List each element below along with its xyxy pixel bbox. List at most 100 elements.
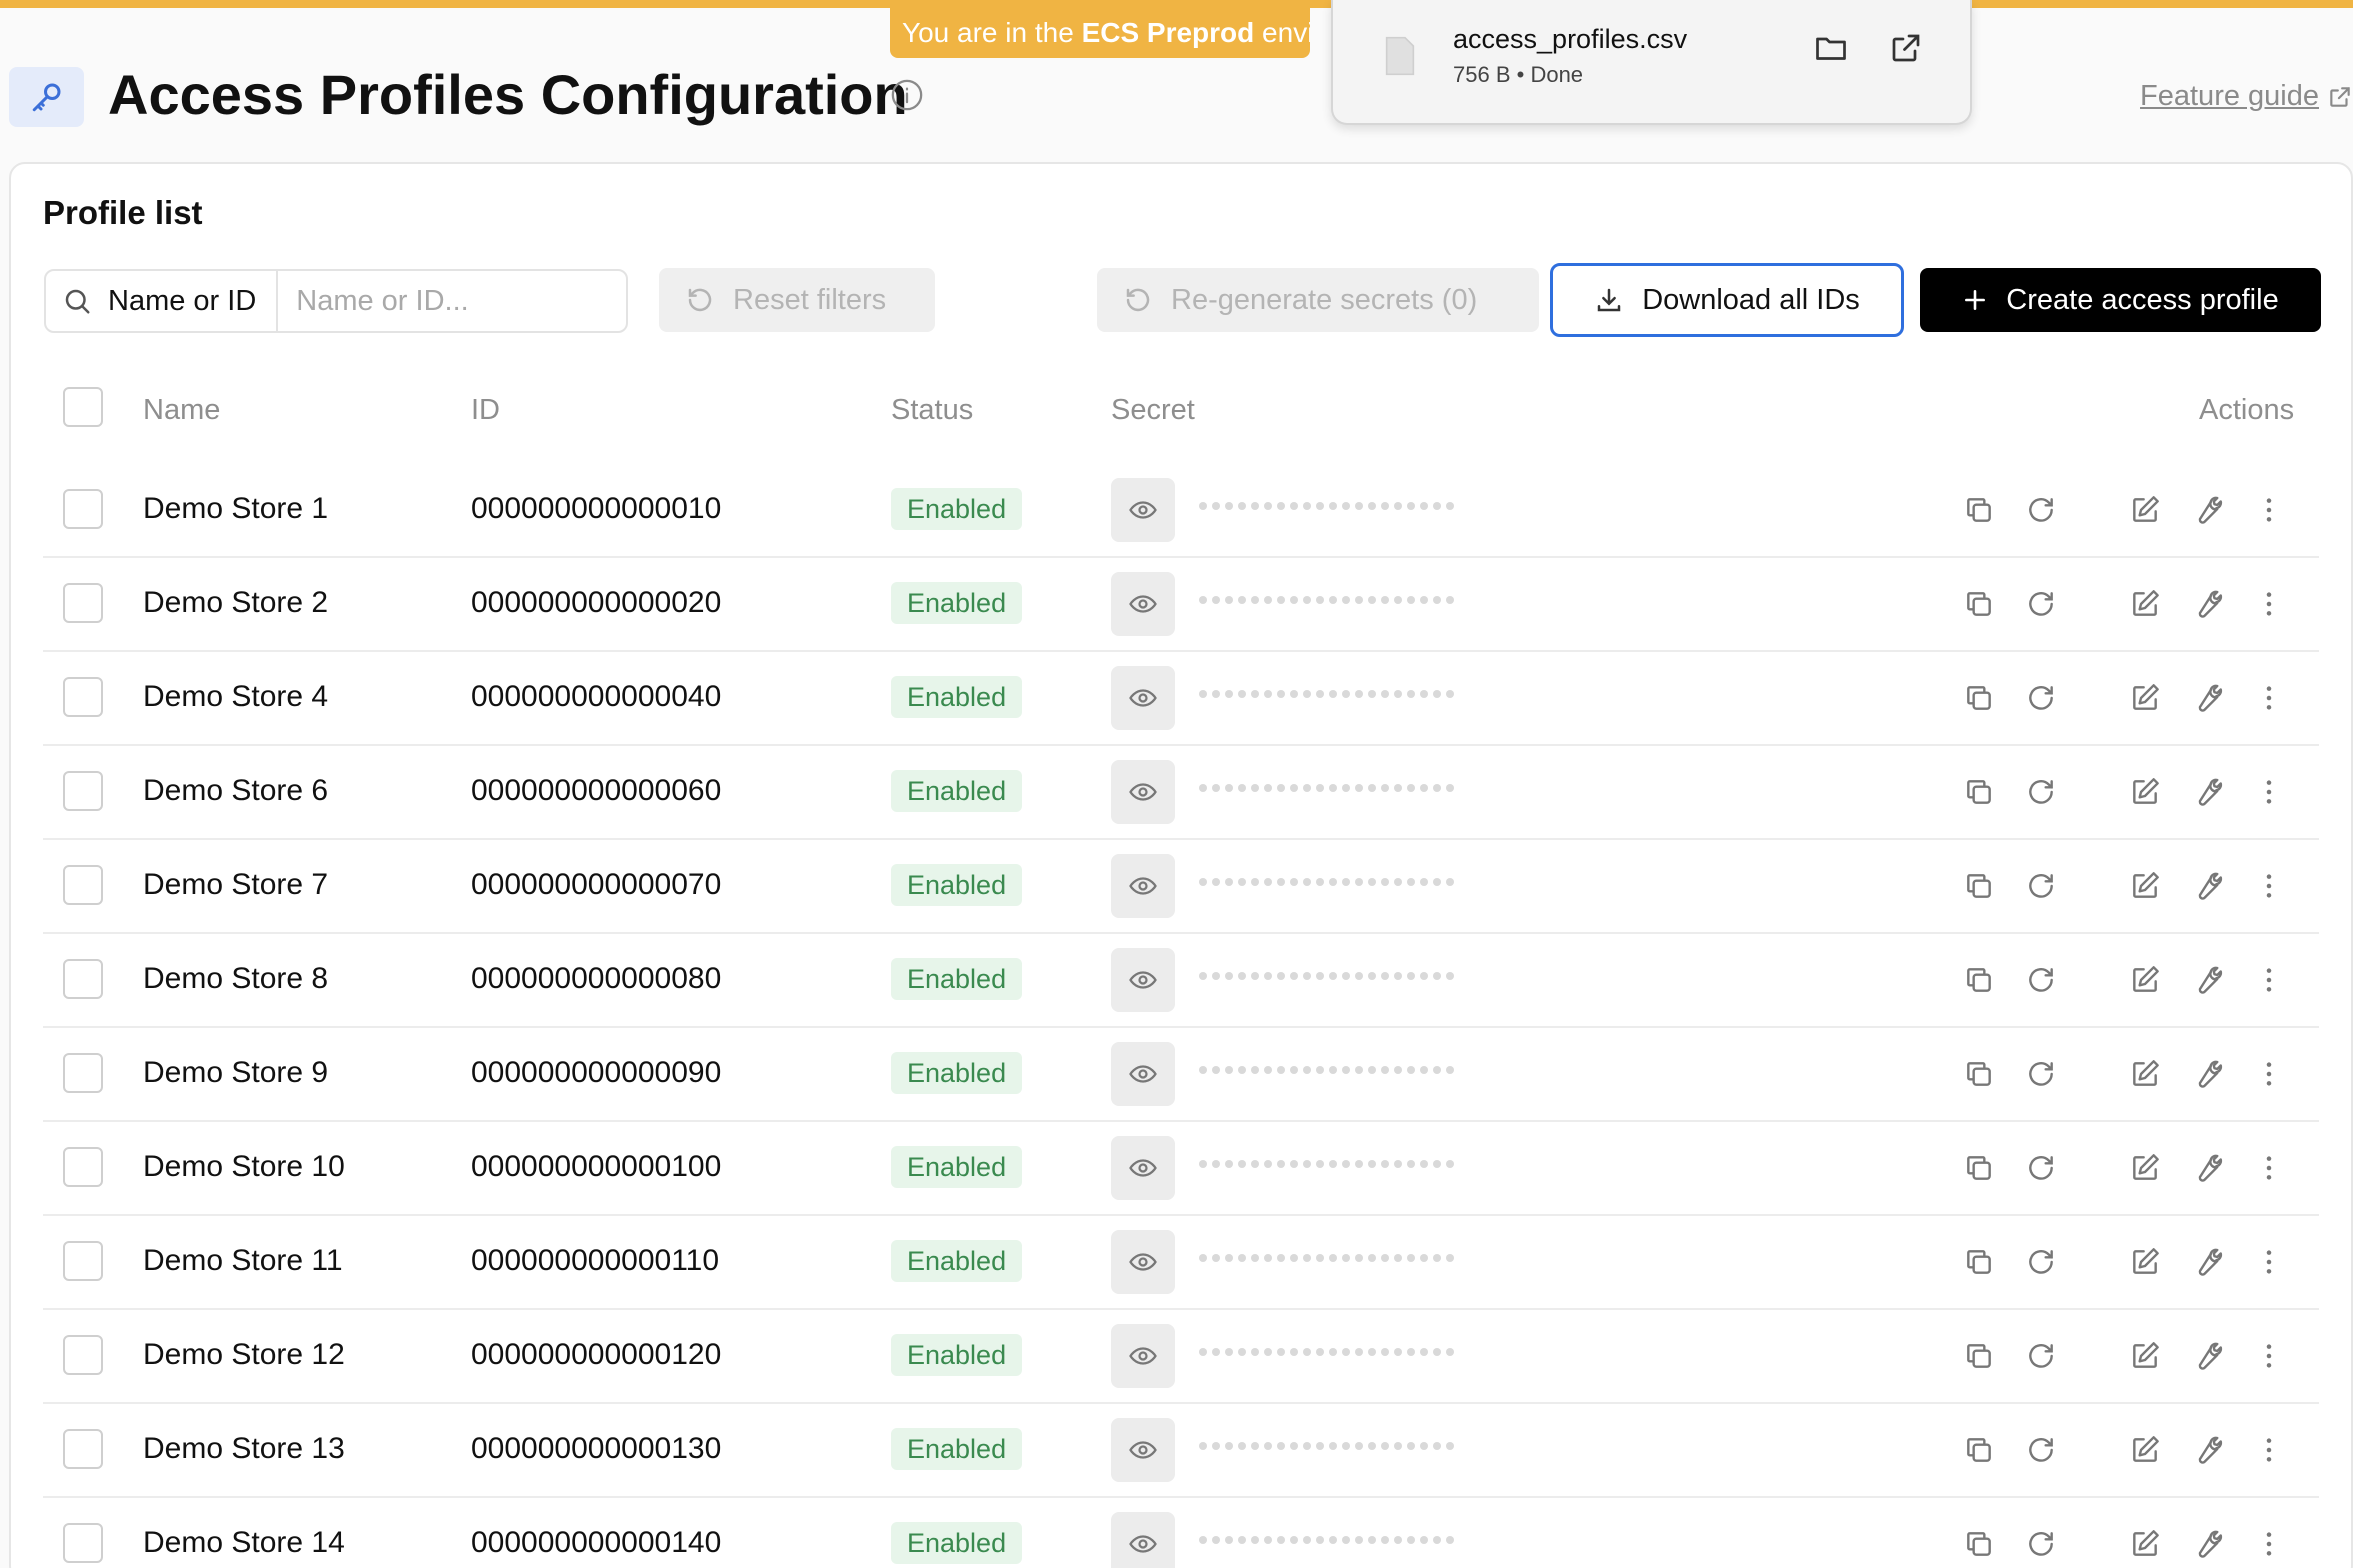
more-icon[interactable] [2250, 1337, 2288, 1375]
more-icon[interactable] [2250, 491, 2288, 529]
wrench-icon[interactable] [2188, 961, 2226, 999]
row-checkbox[interactable] [63, 1147, 103, 1187]
wrench-icon[interactable] [2188, 585, 2226, 623]
refresh-icon[interactable] [2022, 1055, 2060, 1093]
eye-icon[interactable] [1111, 572, 1175, 636]
copy-icon[interactable] [1960, 491, 1998, 529]
download-all-ids-button[interactable]: Download all IDs [1550, 263, 1904, 337]
folder-icon[interactable] [1813, 30, 1849, 71]
search-input[interactable] [278, 284, 609, 318]
copy-icon[interactable] [1960, 1149, 1998, 1187]
more-icon[interactable] [2250, 1431, 2288, 1469]
copy-icon[interactable] [1960, 1431, 1998, 1469]
eye-icon[interactable] [1111, 1230, 1175, 1294]
search-field-selector[interactable]: Name or ID [46, 271, 279, 331]
column-header-name[interactable]: Name [143, 394, 220, 427]
copy-icon[interactable] [1960, 679, 1998, 717]
more-icon[interactable] [2250, 961, 2288, 999]
create-access-profile-button[interactable]: Create access profile [1920, 268, 2321, 332]
copy-icon[interactable] [1960, 585, 1998, 623]
column-header-id[interactable]: ID [471, 394, 500, 427]
secret-mask-dot [1394, 1442, 1402, 1450]
eye-icon[interactable] [1111, 1136, 1175, 1200]
row-checkbox[interactable] [63, 771, 103, 811]
copy-icon[interactable] [1960, 1243, 1998, 1281]
more-icon[interactable] [2250, 867, 2288, 905]
row-checkbox[interactable] [63, 1335, 103, 1375]
edit-icon[interactable] [2126, 585, 2164, 623]
more-icon[interactable] [2250, 679, 2288, 717]
refresh-icon[interactable] [2022, 491, 2060, 529]
copy-icon[interactable] [1960, 961, 1998, 999]
more-icon[interactable] [2250, 773, 2288, 811]
info-icon[interactable] [890, 78, 924, 117]
wrench-icon[interactable] [2188, 1243, 2226, 1281]
wrench-icon[interactable] [2188, 491, 2226, 529]
wrench-icon[interactable] [2188, 773, 2226, 811]
refresh-icon[interactable] [2022, 679, 2060, 717]
edit-icon[interactable] [2126, 491, 2164, 529]
eye-icon[interactable] [1111, 948, 1175, 1012]
column-header-status[interactable]: Status [891, 394, 973, 427]
more-icon[interactable] [2250, 1243, 2288, 1281]
copy-icon[interactable] [1960, 1055, 1998, 1093]
row-checkbox[interactable] [63, 959, 103, 999]
row-checkbox[interactable] [63, 1523, 103, 1563]
eye-icon[interactable] [1111, 1324, 1175, 1388]
eye-icon[interactable] [1111, 478, 1175, 542]
regenerate-secrets-button[interactable]: Re-generate secrets (0) [1097, 268, 1539, 332]
copy-icon[interactable] [1960, 773, 1998, 811]
external-link-icon[interactable] [1888, 30, 1924, 71]
edit-icon[interactable] [2126, 1337, 2164, 1375]
refresh-icon[interactable] [2022, 1243, 2060, 1281]
edit-icon[interactable] [2126, 773, 2164, 811]
edit-icon[interactable] [2126, 679, 2164, 717]
eye-icon[interactable] [1111, 1418, 1175, 1482]
wrench-icon[interactable] [2188, 1525, 2226, 1563]
refresh-icon[interactable] [2022, 1337, 2060, 1375]
refresh-icon[interactable] [2022, 1149, 2060, 1187]
row-checkbox[interactable] [63, 865, 103, 905]
eye-icon[interactable] [1111, 1042, 1175, 1106]
refresh-icon[interactable] [2022, 1431, 2060, 1469]
edit-icon[interactable] [2126, 867, 2164, 905]
row-checkbox[interactable] [63, 1429, 103, 1469]
wrench-icon[interactable] [2188, 1055, 2226, 1093]
wrench-icon[interactable] [2188, 679, 2226, 717]
refresh-icon[interactable] [2022, 1525, 2060, 1563]
refresh-icon[interactable] [2022, 585, 2060, 623]
more-icon[interactable] [2250, 1525, 2288, 1563]
wrench-icon[interactable] [2188, 1337, 2226, 1375]
eye-icon[interactable] [1111, 1512, 1175, 1568]
row-checkbox[interactable] [63, 489, 103, 529]
eye-icon[interactable] [1111, 666, 1175, 730]
copy-icon[interactable] [1960, 1337, 1998, 1375]
refresh-icon[interactable] [2022, 773, 2060, 811]
edit-icon[interactable] [2126, 961, 2164, 999]
refresh-icon[interactable] [2022, 867, 2060, 905]
edit-icon[interactable] [2126, 1431, 2164, 1469]
feature-guide-link[interactable]: Feature guide [2140, 80, 2353, 113]
edit-icon[interactable] [2126, 1055, 2164, 1093]
copy-icon[interactable] [1960, 1525, 1998, 1563]
more-icon[interactable] [2250, 585, 2288, 623]
eye-icon[interactable] [1111, 760, 1175, 824]
row-checkbox[interactable] [63, 1053, 103, 1093]
edit-icon[interactable] [2126, 1243, 2164, 1281]
more-icon[interactable] [2250, 1149, 2288, 1187]
row-checkbox[interactable] [63, 677, 103, 717]
wrench-icon[interactable] [2188, 1431, 2226, 1469]
select-all-checkbox[interactable] [63, 387, 103, 427]
wrench-icon[interactable] [2188, 1149, 2226, 1187]
copy-icon[interactable] [1960, 867, 1998, 905]
edit-icon[interactable] [2126, 1525, 2164, 1563]
eye-icon[interactable] [1111, 854, 1175, 918]
row-checkbox[interactable] [63, 583, 103, 623]
secret-mask-dot [1368, 1066, 1376, 1074]
more-icon[interactable] [2250, 1055, 2288, 1093]
refresh-icon[interactable] [2022, 961, 2060, 999]
edit-icon[interactable] [2126, 1149, 2164, 1187]
row-checkbox[interactable] [63, 1241, 103, 1281]
reset-filters-button[interactable]: Reset filters [659, 268, 935, 332]
wrench-icon[interactable] [2188, 867, 2226, 905]
